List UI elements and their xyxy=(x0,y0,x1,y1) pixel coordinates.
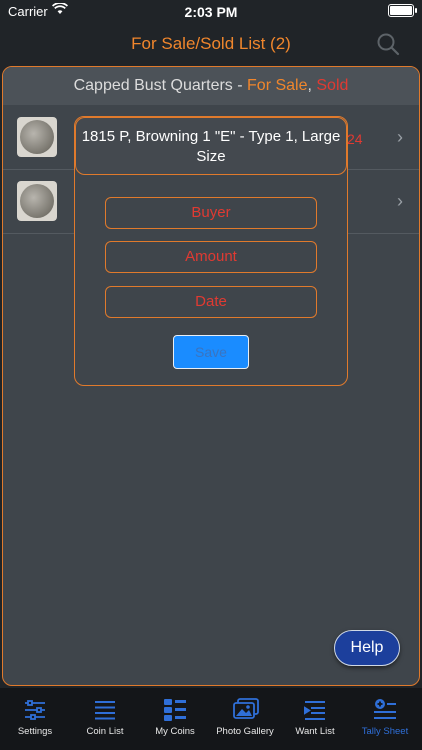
navigation-bar: For Sale/Sold List (2) xyxy=(0,22,422,64)
tab-coin-list[interactable]: Coin List xyxy=(70,688,140,750)
grid-list-icon xyxy=(163,698,187,722)
tab-want-list[interactable]: Want List xyxy=(280,688,350,750)
tab-photo-gallery[interactable]: Photo Gallery xyxy=(210,688,280,750)
tab-tally-sheet[interactable]: Tally Sheet xyxy=(350,688,420,750)
tally-icon xyxy=(373,698,397,722)
tab-bar: Settings Coin List My Coins Photo Galler… xyxy=(0,688,422,750)
tab-label: Photo Gallery xyxy=(216,726,274,737)
page-title: For Sale/Sold List (2) xyxy=(131,34,291,53)
header-series: Capped Bust Quarters - xyxy=(73,77,248,94)
tab-label: Coin List xyxy=(86,726,124,737)
save-button[interactable]: Save xyxy=(173,335,249,369)
clock: 2:03 PM xyxy=(184,4,238,20)
buyer-field[interactable]: Buyer xyxy=(105,197,317,229)
photos-icon xyxy=(233,698,259,722)
list-icon xyxy=(93,698,117,722)
header-for-sale: For Sale xyxy=(247,77,308,94)
search-icon[interactable] xyxy=(376,32,400,61)
coin-thumbnail xyxy=(17,181,57,221)
list-header: Capped Bust Quarters - For Sale, Sold xyxy=(3,67,419,105)
tab-label: Want List xyxy=(295,726,335,737)
tab-label: Settings xyxy=(17,726,53,737)
sliders-icon xyxy=(23,698,47,722)
battery-tip xyxy=(415,8,417,13)
chevron-right-icon: › xyxy=(397,191,403,211)
tab-label: My Coins xyxy=(155,726,195,737)
date-field[interactable]: Date xyxy=(105,286,317,318)
chevron-right-icon: › xyxy=(397,127,403,147)
status-bar: Carrier 2:03 PM xyxy=(0,0,422,22)
tab-label: Tally Sheet xyxy=(361,726,409,737)
sale-entry-dialog: 1815 P, Browning 1 "E" - Type 1, Large S… xyxy=(74,116,348,386)
dialog-title: 1815 P, Browning 1 "E" - Type 1, Large S… xyxy=(75,117,347,175)
header-sold: Sold xyxy=(316,77,349,94)
coin-thumbnail xyxy=(17,117,57,157)
row-value: 24 xyxy=(347,131,363,147)
amount-field[interactable]: Amount xyxy=(105,241,317,273)
battery-icon xyxy=(388,4,414,17)
tab-settings[interactable]: Settings xyxy=(0,688,70,750)
want-list-icon xyxy=(303,698,327,722)
tab-my-coins[interactable]: My Coins xyxy=(140,688,210,750)
help-button[interactable]: Help xyxy=(334,630,400,666)
